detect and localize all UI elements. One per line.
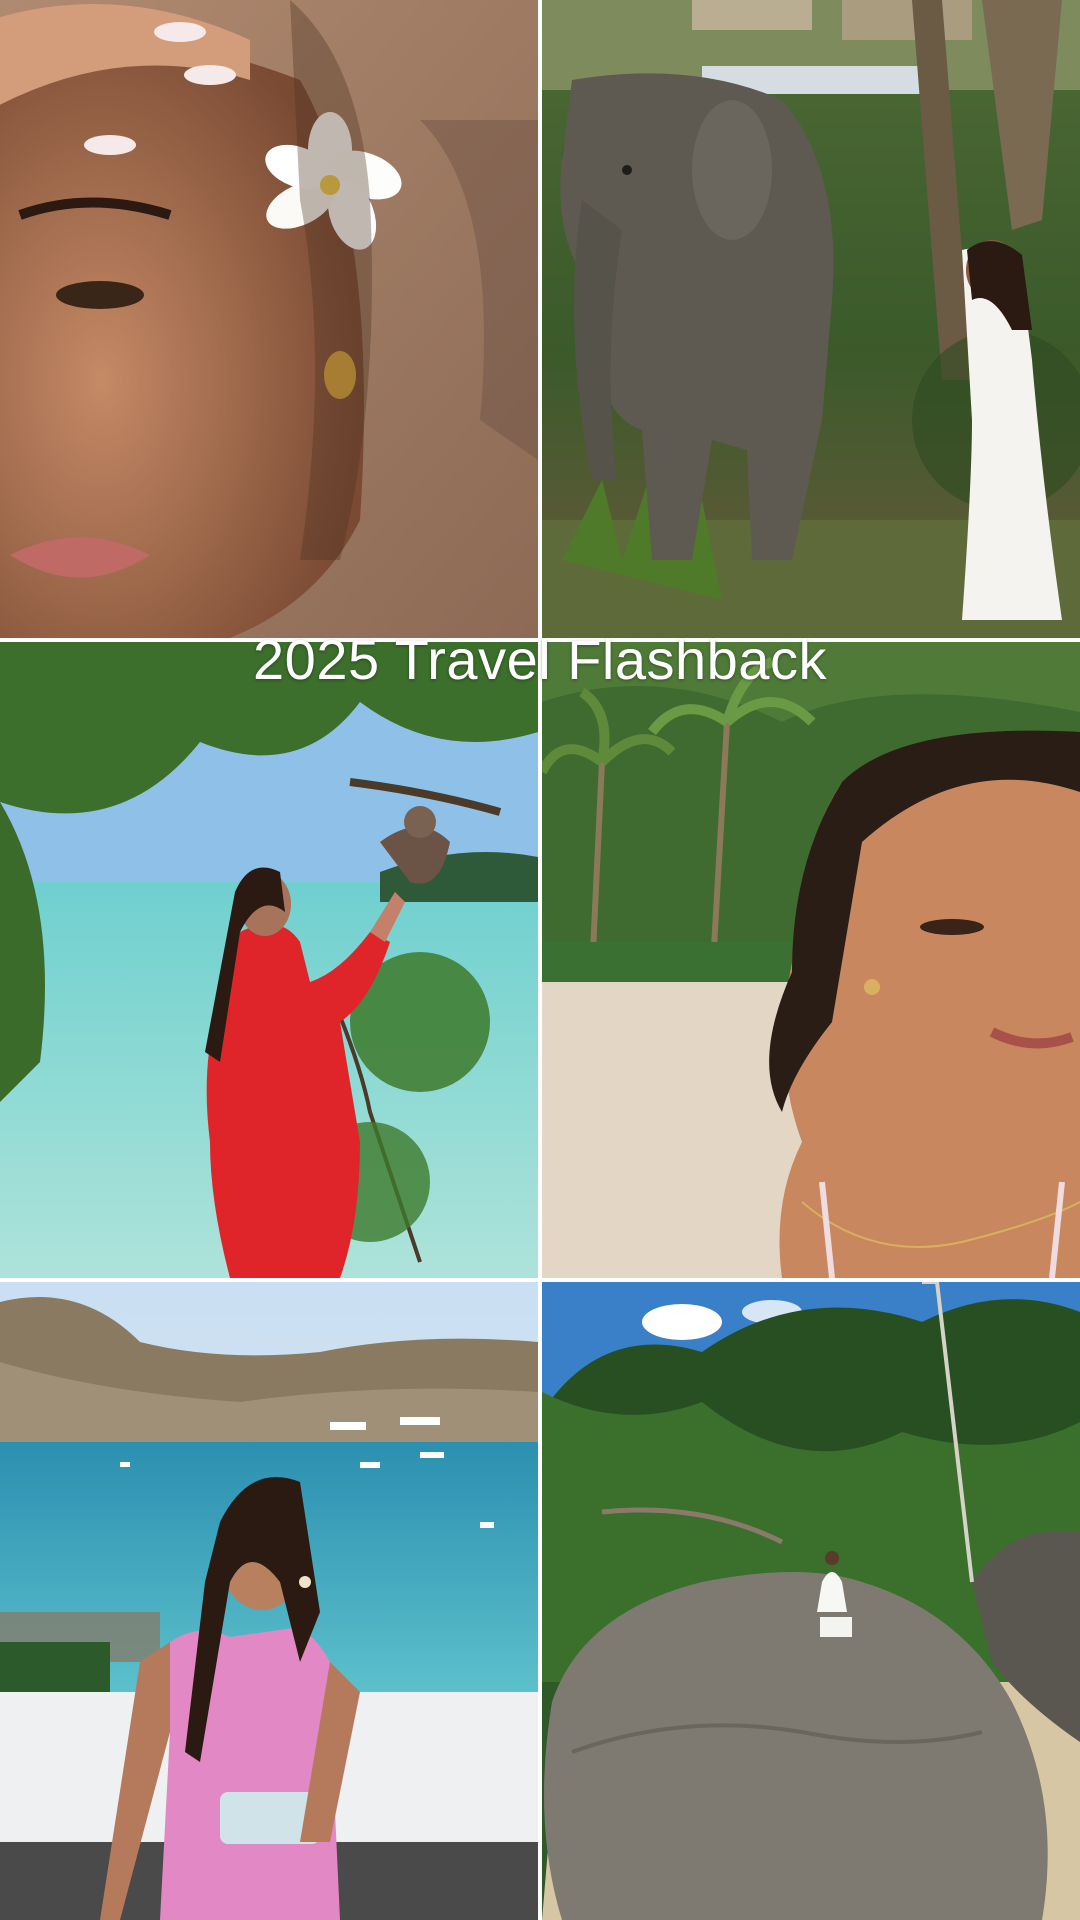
photo-collage: 2025 Travel Flashback xyxy=(0,0,1080,1920)
photo-tile-red-dress-monkey xyxy=(0,642,538,1278)
photo-tile-portrait-flower xyxy=(0,0,538,638)
photo-tile-pink-dress-bay xyxy=(0,1282,538,1920)
photo-tile-elephant xyxy=(542,0,1080,638)
collage-title: 2025 Travel Flashback xyxy=(253,628,827,691)
photo-tile-beach-selfie xyxy=(542,642,1080,1278)
photo-elephant xyxy=(542,0,1080,638)
photo-boulder-jungle xyxy=(542,1282,1080,1920)
photo-red-dress-monkey xyxy=(0,642,538,1278)
photo-pink-dress-bay xyxy=(0,1282,538,1920)
photo-portrait-flower xyxy=(0,0,538,638)
photo-tile-boulder-jungle xyxy=(542,1282,1080,1920)
photo-beach-selfie xyxy=(542,642,1080,1278)
